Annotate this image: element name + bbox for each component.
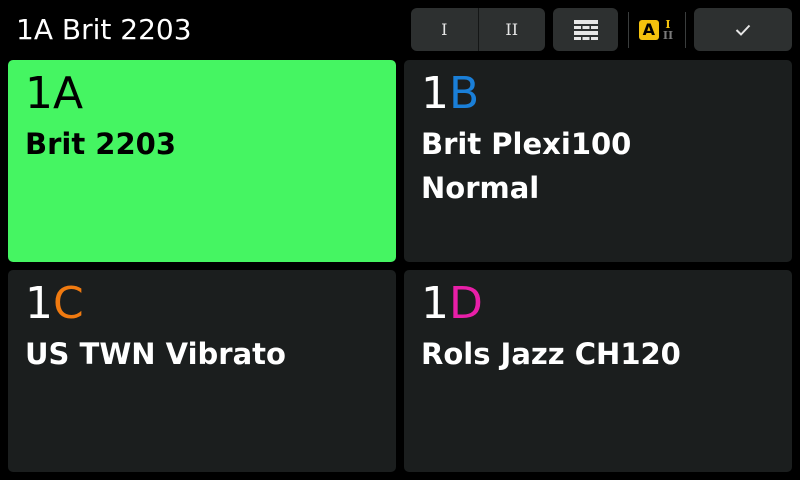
- mode-one-button[interactable]: I: [411, 8, 478, 51]
- screen: 1A Brit 2203 I II A I II 1A Brit 2203 1B…: [0, 0, 800, 480]
- ab-top-numeral: I: [665, 17, 671, 31]
- preset-id: 1C: [25, 276, 379, 332]
- bank-number: 1: [25, 68, 53, 119]
- preset-id: 1A: [25, 66, 379, 122]
- slot-letter: A: [53, 68, 84, 119]
- confirm-button[interactable]: [694, 8, 792, 51]
- ab-toggle-button[interactable]: A I II: [626, 8, 686, 51]
- preset-tile-1d[interactable]: 1D Rols Jazz CH120: [404, 270, 792, 472]
- bank-number: 1: [421, 68, 449, 119]
- ab-roman-icon: I II: [663, 19, 673, 41]
- slot-letter: D: [449, 278, 483, 329]
- slot-letter: B: [449, 68, 480, 119]
- preset-id: 1D: [421, 276, 775, 332]
- preset-name: US TWN Vibrato: [25, 337, 286, 371]
- preset-name: Rols Jazz CH120: [421, 337, 681, 371]
- preset-name: Brit Plexi100 Normal: [421, 127, 632, 205]
- page-title: 1A Brit 2203: [16, 13, 192, 46]
- grid-layout-icon: [573, 19, 598, 40]
- ab-bottom-numeral: II: [662, 28, 674, 42]
- mode-two-button[interactable]: II: [479, 8, 546, 51]
- slot-letter: C: [53, 278, 84, 329]
- preset-tile-1c[interactable]: 1C US TWN Vibrato: [8, 270, 396, 472]
- check-icon: [735, 24, 751, 36]
- preset-name: Brit 2203: [25, 127, 177, 161]
- preset-tile-1b[interactable]: 1B Brit Plexi100 Normal: [404, 60, 792, 262]
- bank-number: 1: [25, 278, 53, 329]
- toolbar-divider: [685, 12, 686, 48]
- layout-button[interactable]: [553, 8, 618, 51]
- mode-segmented-control: I II: [411, 8, 545, 51]
- preset-tile-1a[interactable]: 1A Brit 2203: [8, 60, 396, 262]
- ab-letter-icon: A: [638, 19, 659, 40]
- bank-number: 1: [421, 278, 449, 329]
- preset-id: 1B: [421, 66, 775, 122]
